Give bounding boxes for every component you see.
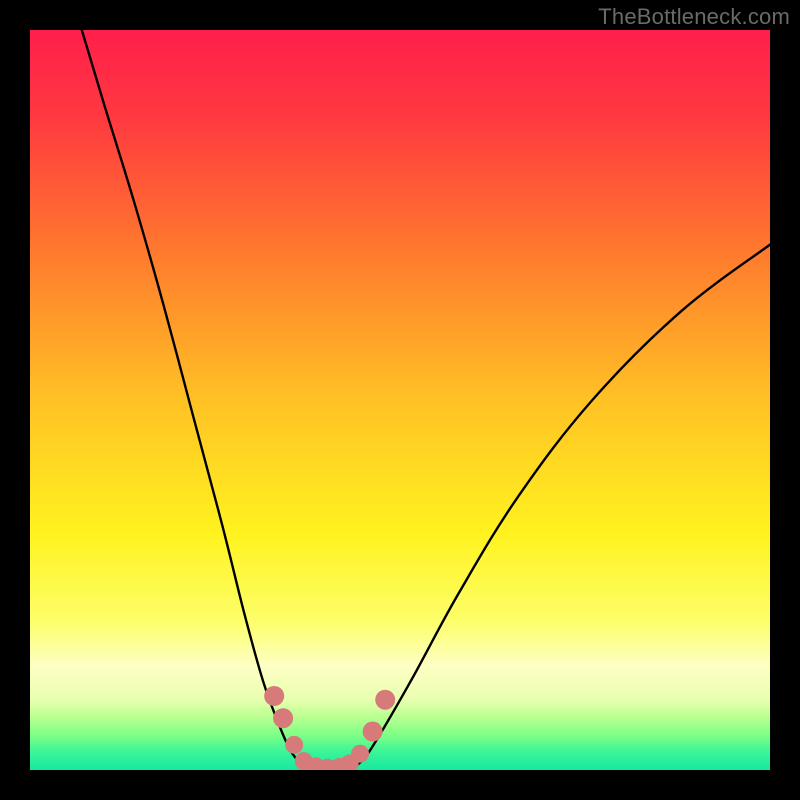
heatmap-gradient-background [30, 30, 770, 770]
chart-frame [30, 30, 770, 770]
watermark-text: TheBottleneck.com [598, 4, 790, 30]
